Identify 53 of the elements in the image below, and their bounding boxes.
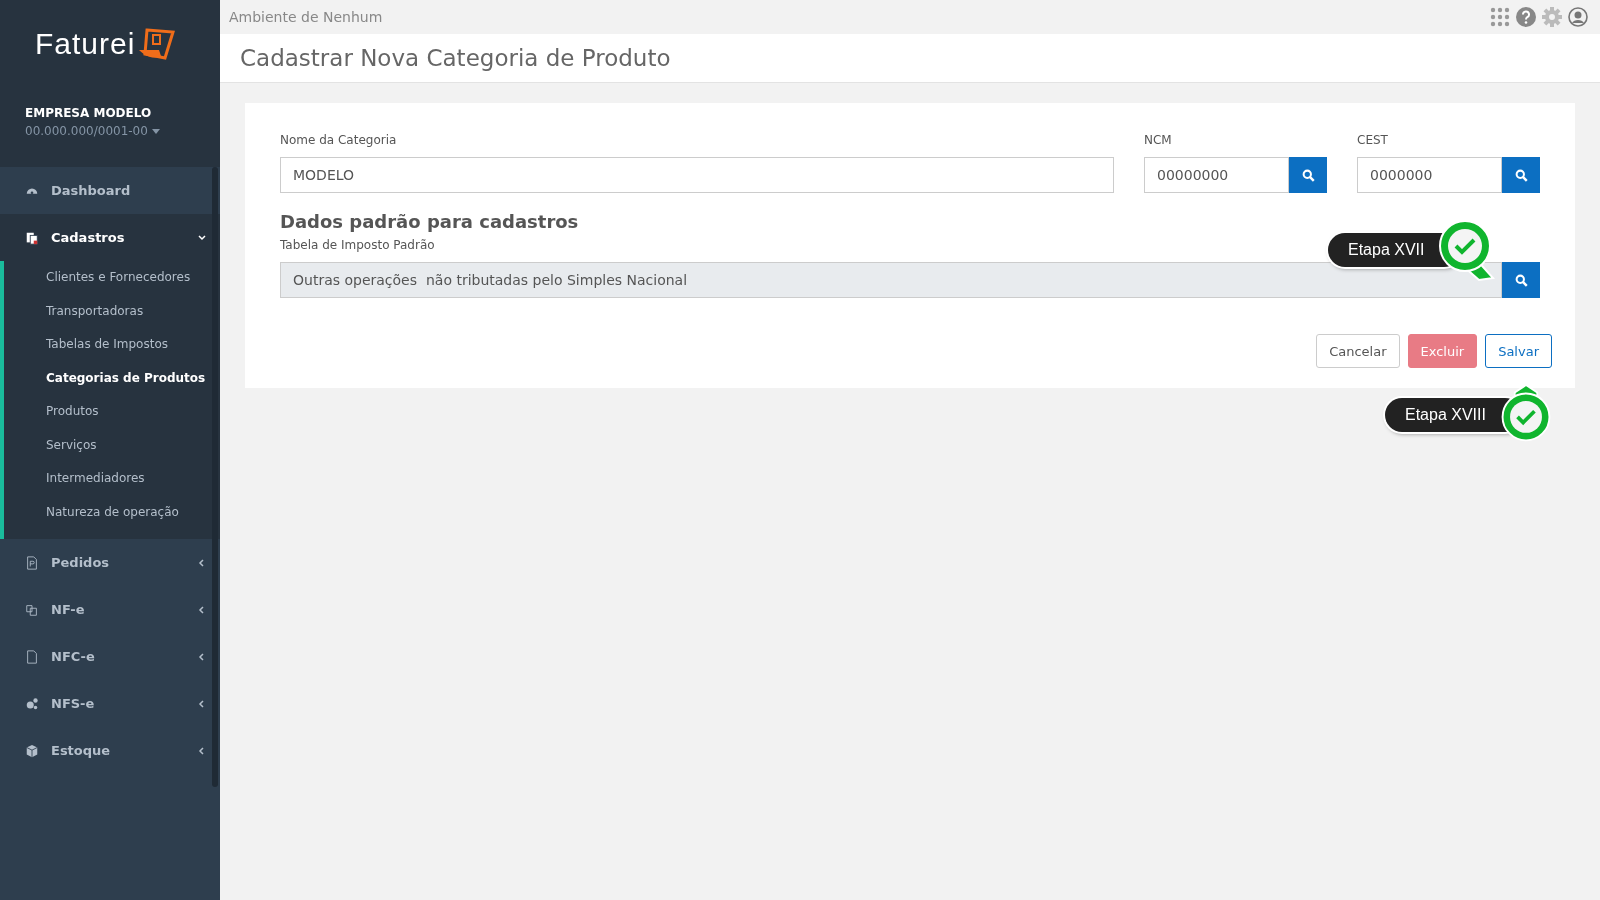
submenu-item[interactable]: Serviços: [4, 428, 97, 462]
menu-icon: [25, 743, 39, 758]
sidebar-item[interactable]: Cadastros: [0, 214, 220, 261]
cancel-button[interactable]: Cancelar: [1316, 334, 1400, 368]
search-button[interactable]: [1289, 157, 1327, 193]
apps-grid-icon[interactable]: [1490, 7, 1510, 27]
field-label: Nome da Categoria: [280, 133, 397, 147]
chevron-left-icon: [198, 558, 206, 567]
submenu-item[interactable]: Categorias de Produtos: [4, 361, 206, 395]
chevron-left-icon: [198, 699, 206, 708]
submenu-item[interactable]: Transportadoras: [4, 294, 144, 328]
sidebar-item[interactable]: Estoque: [0, 727, 220, 774]
page-title: Cadastrar Nova Categoria de Produto: [220, 34, 1600, 83]
sidebar-item[interactable]: NFC-e: [0, 633, 220, 680]
input-field[interactable]: 00000000: [1144, 157, 1289, 193]
sidebar-item[interactable]: NF-e: [0, 586, 220, 633]
menu-icon: [25, 696, 39, 711]
logo-icon: [137, 26, 176, 62]
sidebar-item[interactable]: Dashboard: [0, 167, 220, 214]
menu-icon: [25, 555, 39, 570]
submenu-item[interactable]: Produtos: [4, 395, 99, 429]
field-label: CEST: [1357, 133, 1388, 147]
search-icon: [1514, 168, 1528, 182]
chevron-left-icon: [198, 652, 206, 661]
company-cnpj[interactable]: 00.000.000/0001-00: [25, 124, 148, 138]
logo-text: Faturei: [35, 27, 136, 61]
input-field[interactable]: 0000000: [1357, 157, 1502, 193]
user-avatar-icon[interactable]: [1568, 7, 1588, 27]
submenu-item[interactable]: Clientes e Fornecedores: [4, 261, 191, 295]
submenu-item[interactable]: Intermediadores: [4, 462, 145, 496]
help-icon[interactable]: [1516, 7, 1536, 27]
section-title: Dados padrão para cadastros: [280, 211, 580, 232]
chevron-down-icon: [198, 233, 206, 242]
submenu-item[interactable]: Natureza de operação: [4, 495, 179, 529]
menu-icon: [25, 230, 39, 245]
menu-icon: [25, 602, 39, 617]
search-button[interactable]: [1502, 262, 1540, 298]
search-icon: [1514, 273, 1528, 287]
menu-icon: [25, 649, 39, 664]
sidebar-item[interactable]: NFS-e: [0, 680, 220, 727]
sidebar-item[interactable]: Pedidos: [0, 539, 220, 586]
search-icon: [1301, 168, 1315, 182]
caret-icon[interactable]: [151, 128, 160, 134]
submenu-item[interactable]: Tabelas de Impostos: [4, 328, 168, 362]
search-button[interactable]: [1502, 157, 1540, 193]
chevron-left-icon: [198, 605, 206, 614]
environment-label: Ambiente de Nenhum: [229, 9, 383, 25]
field-label: NCM: [1144, 133, 1172, 147]
chevron-left-icon: [198, 746, 206, 755]
field-label: Tabela de Imposto Padrão: [280, 238, 435, 252]
save-button[interactable]: Salvar: [1485, 334, 1552, 368]
company-name: EMPRESA MODELO: [25, 106, 153, 120]
input-field[interactable]: MODELO: [280, 157, 1114, 193]
